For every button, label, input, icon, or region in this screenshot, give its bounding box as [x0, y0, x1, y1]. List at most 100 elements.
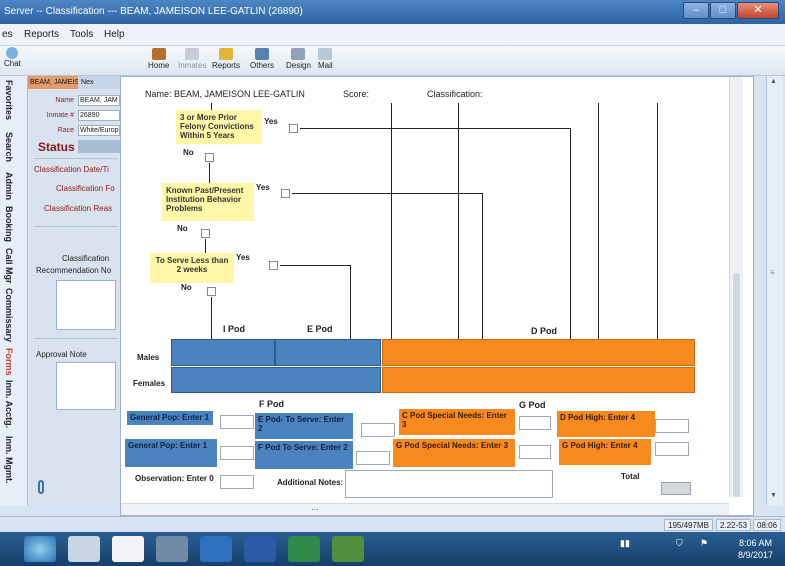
- connector-line: [598, 103, 599, 339]
- title-bar: Server -- Classification --- BEAM, JAMEI…: [0, 0, 785, 24]
- toolbar-others-button[interactable]: Others: [250, 48, 274, 70]
- toolbar: Chat Home Inmates Reports Others Design …: [0, 46, 785, 76]
- q2-yes-checkbox[interactable]: [281, 189, 290, 198]
- menu-bar: es Reports Tools Help: [0, 24, 785, 46]
- system-clock[interactable]: 8:06 AM 8/9/2017: [738, 537, 773, 561]
- q3-yes-checkbox[interactable]: [269, 261, 278, 270]
- minimize-button[interactable]: –: [683, 2, 709, 19]
- taskbar-app-icon[interactable]: [156, 536, 188, 562]
- close-button[interactable]: ✕: [737, 2, 779, 19]
- recommendation-notes-field[interactable]: [56, 280, 116, 330]
- q1-yes-checkbox[interactable]: [289, 124, 298, 133]
- toolbar-others-label: Others: [250, 61, 275, 70]
- menu-item-tools[interactable]: Tools: [70, 29, 93, 40]
- next-tab[interactable]: Nex: [78, 76, 120, 89]
- toolbar-design-button[interactable]: Design: [286, 48, 311, 70]
- chat-button[interactable]: Chat: [4, 47, 21, 68]
- females-label: Females: [133, 379, 166, 388]
- divider: [34, 226, 118, 227]
- divider: [34, 338, 118, 339]
- classification-for-label: Classification Fo: [56, 184, 115, 193]
- race-label: Race: [57, 127, 74, 134]
- tray-shield-icon[interactable]: ⛉: [676, 538, 683, 549]
- observation-input[interactable]: [220, 475, 254, 489]
- scroll-grip-icon: ≡: [770, 268, 775, 277]
- menu-item-es[interactable]: es: [2, 29, 13, 40]
- g-pod-special-input[interactable]: [519, 445, 551, 459]
- status-value: [78, 140, 120, 153]
- question-prior-felony: 3 or More Prior Felony Convictions Withi…: [176, 110, 262, 144]
- start-button[interactable]: [24, 536, 56, 562]
- dialog-horizontal-scrollbar[interactable]: ⋯: [121, 503, 729, 515]
- q2-yes-label: Yes: [256, 183, 270, 192]
- d-pod-males-zone: [382, 339, 695, 366]
- e-pod-serve-label: E Pod- To Serve: Enter 2: [255, 413, 353, 439]
- approval-note-label: Approval Note: [36, 350, 87, 359]
- connector-line: [205, 239, 206, 253]
- excel-icon[interactable]: [288, 536, 320, 562]
- e-pod-males-zone: [275, 339, 381, 366]
- i-pod-males-zone: [171, 339, 275, 366]
- toolbar-mail-button[interactable]: Mail: [318, 48, 333, 70]
- taskbar-app-icon[interactable]: [68, 536, 100, 562]
- tab-inm-acctg[interactable]: Inm. Acctg.: [4, 380, 14, 428]
- q3-no-checkbox[interactable]: [207, 287, 216, 296]
- tab-call-mgr[interactable]: Call Mgr: [4, 248, 14, 284]
- connector-line: [211, 297, 212, 339]
- attachment-icon[interactable]: [38, 480, 44, 494]
- toolbar-inmates-button[interactable]: Inmates: [178, 48, 206, 70]
- general-pop-input[interactable]: [220, 415, 254, 429]
- window-title: Server -- Classification --- BEAM, JAMEI…: [4, 6, 303, 17]
- clock-date: 8/9/2017: [737, 550, 773, 560]
- classification-label: Classification: [62, 254, 110, 263]
- status-label: Status: [38, 140, 75, 154]
- tray-flag-icon[interactable]: ⚑: [700, 538, 708, 549]
- f-pod-serve-input[interactable]: [356, 451, 390, 465]
- tab-admin[interactable]: Admin: [4, 172, 14, 200]
- score-label: Score:: [343, 89, 370, 99]
- tray-network-icon[interactable]: ▮▮: [620, 538, 630, 549]
- divider: [34, 158, 118, 159]
- dialog-vertical-scrollbar[interactable]: [729, 77, 743, 497]
- tab-inm-mgmt[interactable]: Inm. Mgmt.: [4, 436, 14, 484]
- scroll-down-icon[interactable]: ▼: [770, 492, 777, 499]
- tab-booking[interactable]: Booking: [4, 206, 14, 242]
- scrollbar-thumb[interactable]: [733, 273, 740, 497]
- toolbar-home-button[interactable]: Home: [148, 48, 169, 70]
- g-pod-high-input[interactable]: [655, 442, 689, 456]
- scroll-up-icon[interactable]: ▲: [770, 78, 777, 85]
- d-pod-high-input[interactable]: [655, 419, 689, 433]
- taskbar-app-icon[interactable]: [332, 536, 364, 562]
- c-pod-special-input[interactable]: [519, 416, 551, 430]
- tab-commissary[interactable]: Commissary: [4, 288, 14, 342]
- tab-forms[interactable]: Forms: [4, 348, 14, 376]
- approval-note-field[interactable]: [56, 362, 116, 410]
- inmate-tab[interactable]: BEAM, JAMEISO...: [28, 76, 78, 89]
- q1-no-checkbox[interactable]: [205, 153, 214, 162]
- window-controls: – □ ✕: [683, 2, 779, 19]
- q3-yes-label: Yes: [236, 253, 250, 262]
- general-pop-b-input[interactable]: [220, 446, 254, 460]
- design-icon: [291, 48, 306, 60]
- connector-line: [209, 163, 210, 183]
- connector-line: [570, 128, 571, 339]
- d-pod-high-label: D Pod High: Enter 4: [557, 411, 655, 437]
- menu-item-reports[interactable]: Reports: [24, 29, 59, 40]
- tab-favorites[interactable]: Favorites: [4, 80, 14, 120]
- f-pod-serve-label: F Pod To Serve: Enter 2: [255, 441, 353, 469]
- outer-vertical-scrollbar[interactable]: ▲ ≡ ▼: [766, 76, 783, 506]
- toolbar-reports-label: Reports: [212, 61, 241, 70]
- e-pod-serve-input[interactable]: [361, 423, 395, 437]
- toolbar-reports-button[interactable]: Reports: [212, 48, 240, 70]
- maximize-button[interactable]: □: [710, 2, 736, 19]
- additional-notes-input[interactable]: [345, 470, 553, 498]
- word-icon[interactable]: [244, 536, 276, 562]
- menu-item-help[interactable]: Help: [104, 29, 125, 40]
- c-pod-special-label: C Pod Special Needs: Enter 3: [399, 409, 515, 435]
- outlook-icon[interactable]: [200, 536, 232, 562]
- taskbar-document-icon[interactable]: [112, 536, 144, 562]
- tab-search[interactable]: Search: [4, 132, 14, 162]
- q2-no-checkbox[interactable]: [201, 229, 210, 238]
- question-serve-less-2-weeks: To Serve Less than 2 weeks: [150, 253, 234, 283]
- q2-no-label: No: [177, 224, 188, 233]
